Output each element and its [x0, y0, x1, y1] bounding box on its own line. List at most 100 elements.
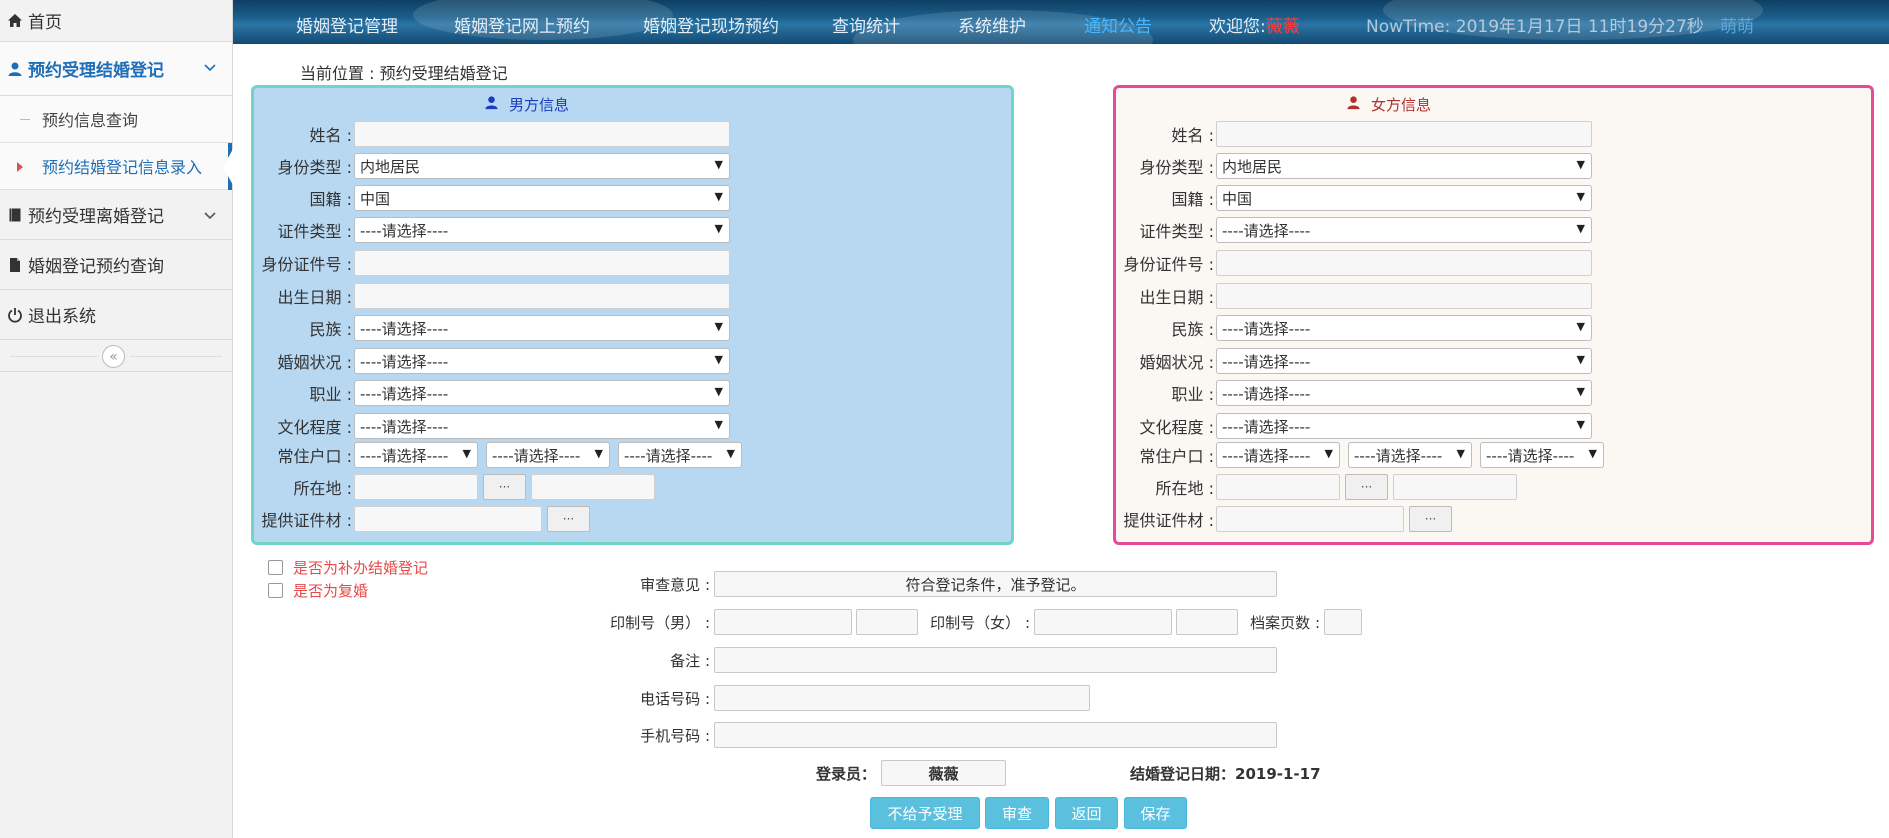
- male-materials-input[interactable]: [354, 506, 542, 532]
- female-cert-type-select[interactable]: ----请选择----: [1216, 217, 1592, 243]
- sidebar-item-reservation-query[interactable]: 婚姻登记预约查询: [0, 240, 232, 290]
- male-education-select[interactable]: ----请选择----: [354, 413, 730, 439]
- field-label: 证件类型 :: [277, 222, 352, 241]
- nav-query-statistics[interactable]: 查询统计: [832, 12, 900, 37]
- user-icon: [484, 95, 499, 114]
- review-opinion-input[interactable]: 符合登记条件，准予登记。: [714, 571, 1277, 597]
- female-id-type-select[interactable]: 内地居民: [1216, 153, 1592, 179]
- sidebar-item-logout[interactable]: 退出系统: [0, 290, 232, 340]
- remarry-checkbox-row[interactable]: 是否为复婚: [268, 580, 368, 601]
- field-label: 国籍 :: [309, 190, 352, 209]
- female-name-input[interactable]: [1216, 121, 1592, 147]
- male-marital-select[interactable]: ----请选择----: [354, 348, 730, 374]
- document-icon: [6, 256, 24, 274]
- remark-input[interactable]: [714, 647, 1277, 673]
- phone-input[interactable]: [714, 685, 1090, 711]
- female-education-select[interactable]: ----请选择----: [1216, 413, 1592, 439]
- nav-onsite-reservation[interactable]: 婚姻登记现场预约: [643, 12, 779, 37]
- female-hukou-city-select[interactable]: ----请选择----: [1348, 442, 1472, 468]
- nav-system-maintenance[interactable]: 系统维护: [958, 12, 1026, 37]
- male-id-number-input[interactable]: [354, 250, 730, 276]
- save-button[interactable]: 保存: [1124, 797, 1187, 829]
- print-number-female-suffix-input[interactable]: [1176, 609, 1238, 635]
- nav-marriage-management[interactable]: 婚姻登记管理: [296, 12, 398, 37]
- print-number-male-suffix-input[interactable]: [856, 609, 918, 635]
- archive-pages-input[interactable]: [1324, 609, 1362, 635]
- nav-user-meng[interactable]: 萌萌: [1720, 12, 1754, 37]
- female-row-id-type: 身份类型 : 内地居民: [1116, 151, 1592, 181]
- female-location-input[interactable]: [1216, 474, 1340, 500]
- male-hukou-province-select[interactable]: ----请选择----: [354, 442, 478, 468]
- supplement-checkbox[interactable]: [268, 560, 283, 575]
- sidebar-subitem-entry[interactable]: 预约结婚登记信息录入: [0, 143, 233, 190]
- current-time: NowTime: 2019年1月17日 11时19分27秒: [1366, 17, 1704, 37]
- male-cert-type-select[interactable]: ----请选择----: [354, 217, 730, 243]
- field-label: 提供证件材 :: [261, 511, 352, 530]
- male-row-id-type: 身份类型 : 内地居民: [254, 151, 730, 181]
- female-row-birth: 出生日期 :: [1116, 281, 1592, 311]
- female-row-occupation: 职业 : ----请选择----: [1116, 378, 1592, 408]
- nav-notice[interactable]: 通知公告: [1084, 12, 1152, 37]
- review-button[interactable]: 审查: [985, 797, 1049, 829]
- review-row: 审查意见 : 符合登记条件，准予登记。: [633, 570, 1277, 598]
- sidebar: 首页 预约受理结婚登记 预约信息查询 预约结婚登记信息录入 预约受理离婚登记 婚…: [0, 0, 233, 838]
- male-location-detail-input[interactable]: [531, 474, 655, 500]
- nav-online-reservation[interactable]: 婚姻登记网上预约: [454, 12, 590, 37]
- print-number-row: 印制号（男） : 印制号（女） : 档案页数 :: [603, 608, 1362, 636]
- field-label: 姓名 :: [1171, 126, 1214, 145]
- remarry-checkbox[interactable]: [268, 583, 283, 598]
- female-location-detail-input[interactable]: [1393, 474, 1517, 500]
- recorder-input[interactable]: 薇薇: [881, 760, 1007, 786]
- male-id-type-select[interactable]: 内地居民: [354, 153, 730, 179]
- sidebar-collapse-bar: «: [0, 340, 232, 372]
- female-hukou-district-select[interactable]: ----请选择----: [1480, 442, 1604, 468]
- male-row-marital: 婚姻状况 : ----请选择----: [254, 346, 730, 376]
- home-icon: [6, 12, 24, 30]
- sidebar-item-divorce[interactable]: 预约受理离婚登记: [0, 190, 232, 240]
- sidebar-item-label: 预约受理结婚登记: [28, 61, 164, 81]
- female-ethnicity-select[interactable]: ----请选择----: [1216, 315, 1592, 341]
- back-button[interactable]: 返回: [1055, 797, 1118, 829]
- female-materials-picker-button[interactable]: ···: [1409, 506, 1452, 532]
- male-materials-picker-button[interactable]: ···: [547, 506, 590, 532]
- female-materials-input[interactable]: [1216, 506, 1404, 532]
- male-hukou-city-select[interactable]: ----请选择----: [486, 442, 610, 468]
- sidebar-group-marriage: 预约受理结婚登记 预约信息查询 预约结婚登记信息录入: [0, 42, 233, 190]
- sidebar-item-marriage[interactable]: 预约受理结婚登记: [0, 42, 232, 96]
- male-birth-input[interactable]: [354, 283, 730, 309]
- male-occupation-select[interactable]: ----请选择----: [354, 380, 730, 406]
- male-hukou-district-select[interactable]: ----请选择----: [618, 442, 742, 468]
- sidebar-item-home[interactable]: 首页: [0, 0, 232, 42]
- female-nationality-select[interactable]: 中国: [1216, 185, 1592, 211]
- field-label: 婚姻状况 :: [1139, 353, 1214, 372]
- reject-button[interactable]: 不给予受理: [870, 797, 980, 829]
- male-location-picker-button[interactable]: ···: [483, 474, 526, 500]
- female-birth-input[interactable]: [1216, 283, 1592, 309]
- female-row-name: 姓名 :: [1116, 119, 1592, 149]
- mobile-input[interactable]: [714, 722, 1277, 748]
- supplement-registration-checkbox-row[interactable]: 是否为补办结婚登记: [268, 557, 428, 578]
- female-marital-select[interactable]: ----请选择----: [1216, 348, 1592, 374]
- female-occupation-select[interactable]: ----请选择----: [1216, 380, 1592, 406]
- collapse-sidebar-icon[interactable]: «: [102, 345, 125, 368]
- print-number-male-input[interactable]: [714, 609, 852, 635]
- female-location-picker-button[interactable]: ···: [1345, 474, 1388, 500]
- field-label: 身份证件号 :: [1123, 255, 1214, 274]
- sidebar-subitem-query[interactable]: 预约信息查询: [0, 96, 232, 143]
- male-name-input[interactable]: [354, 121, 730, 147]
- female-hukou-province-select[interactable]: ----请选择----: [1216, 442, 1340, 468]
- male-ethnicity-select[interactable]: ----请选择----: [354, 315, 730, 341]
- field-label: 姓名 :: [309, 126, 352, 145]
- male-location-input[interactable]: [354, 474, 478, 500]
- male-row-occupation: 职业 : ----请选择----: [254, 378, 730, 408]
- print-female-label: 印制号（女） :: [930, 613, 1030, 632]
- male-row-education: 文化程度 : ----请选择----: [254, 411, 730, 441]
- recorder-label: 登录员：: [816, 764, 877, 783]
- male-nationality-select[interactable]: 中国: [354, 185, 730, 211]
- male-row-birth: 出生日期 :: [254, 281, 730, 311]
- male-row-location: 所在地 : ···: [254, 472, 655, 502]
- field-label: 所在地 :: [1155, 479, 1214, 498]
- female-id-number-input[interactable]: [1216, 250, 1592, 276]
- print-number-female-input[interactable]: [1034, 609, 1172, 635]
- field-label: 民族 :: [1171, 320, 1214, 339]
